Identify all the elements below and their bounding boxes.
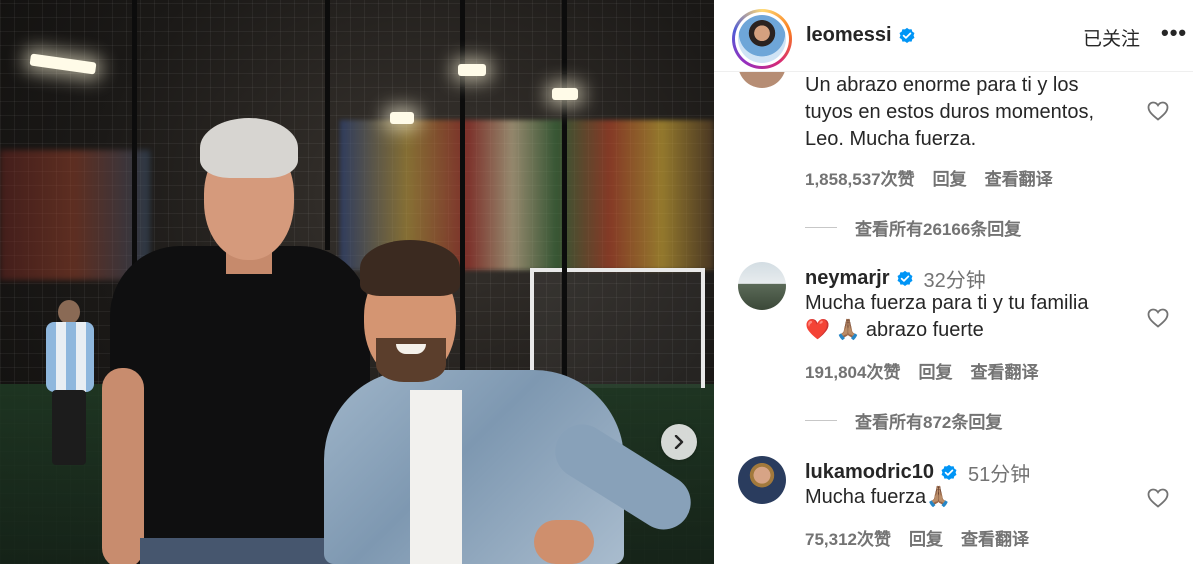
comment-meta: 75,312次赞 回复 查看翻译 (805, 525, 1029, 550)
translate-button[interactable]: 查看翻译 (961, 525, 1029, 550)
comment-author: neymarjr 32分钟 (805, 264, 986, 293)
like-heart-icon[interactable] (1146, 486, 1170, 510)
comment-username[interactable]: lukamodric10 (805, 461, 934, 484)
verified-badge-icon (897, 270, 912, 286)
divider-dash (805, 227, 837, 228)
profile-username[interactable]: leomessi (806, 24, 892, 47)
more-options-icon[interactable]: ••• (1161, 20, 1187, 46)
verified-badge-icon (899, 27, 915, 43)
view-replies-button[interactable]: 查看所有872条回复 (805, 408, 1002, 433)
like-count[interactable]: 75,312次赞 (805, 525, 891, 550)
comment-author: lukamodric10 51分钟 (805, 458, 1030, 487)
comment-time: 32分钟 (923, 270, 986, 292)
player-figure (318, 240, 701, 564)
verified-badge-icon (941, 464, 957, 480)
view-replies-label: 查看所有26166条回复 (855, 220, 1022, 239)
comment-time: 51分钟 (967, 464, 1031, 486)
ceiling-light (552, 88, 578, 100)
next-image-button[interactable] (661, 424, 697, 460)
comment-meta: 191,804次赞 回复 查看翻译 (805, 358, 1038, 383)
reply-button[interactable]: 回复 (909, 525, 943, 550)
like-heart-icon[interactable] (1146, 306, 1170, 330)
modric-avatar[interactable] (738, 456, 786, 504)
neymar-avatar[interactable] (738, 262, 786, 310)
view-replies-button[interactable]: 查看所有26166条回复 (805, 215, 1021, 240)
translate-button[interactable]: 查看翻译 (970, 358, 1038, 383)
comment-meta: 1,858,537次赞 回复 查看翻译 (805, 165, 1053, 190)
post-header: leomessi 已关注 ••• (714, 0, 1193, 72)
profile-avatar[interactable] (732, 9, 792, 69)
bystander-figure (40, 300, 100, 470)
ceiling-light (458, 64, 486, 76)
post-author: leomessi (806, 24, 916, 47)
ceiling-light (390, 112, 414, 124)
comments-panel: Un abrazo enorme para ti y los tuyos en … (714, 0, 1193, 564)
view-replies-label: 查看所有872条回复 (855, 413, 1003, 432)
following-button[interactable]: 已关注 (1083, 24, 1140, 51)
like-count[interactable]: 191,804次赞 (805, 358, 900, 383)
translate-button[interactable]: 查看翻译 (985, 165, 1053, 190)
reply-button[interactable]: 回复 (918, 358, 952, 383)
post-photo (0, 0, 714, 564)
comment-text: Un abrazo enorme para ti y los tuyos en … (805, 74, 1095, 150)
chevron-right-icon (674, 435, 684, 449)
comment-text: Mucha fuerza🙏🏽 (805, 486, 952, 508)
reply-button[interactable]: 回复 (933, 165, 967, 190)
like-count[interactable]: 1,858,537次赞 (805, 165, 915, 190)
like-heart-icon[interactable] (1146, 99, 1170, 123)
comment-text: Mucha fuerza para ti y tu familia ❤️ 🙏🏽 … (805, 292, 1089, 341)
comment-username[interactable]: neymarjr (805, 267, 890, 290)
divider-dash (805, 420, 837, 421)
